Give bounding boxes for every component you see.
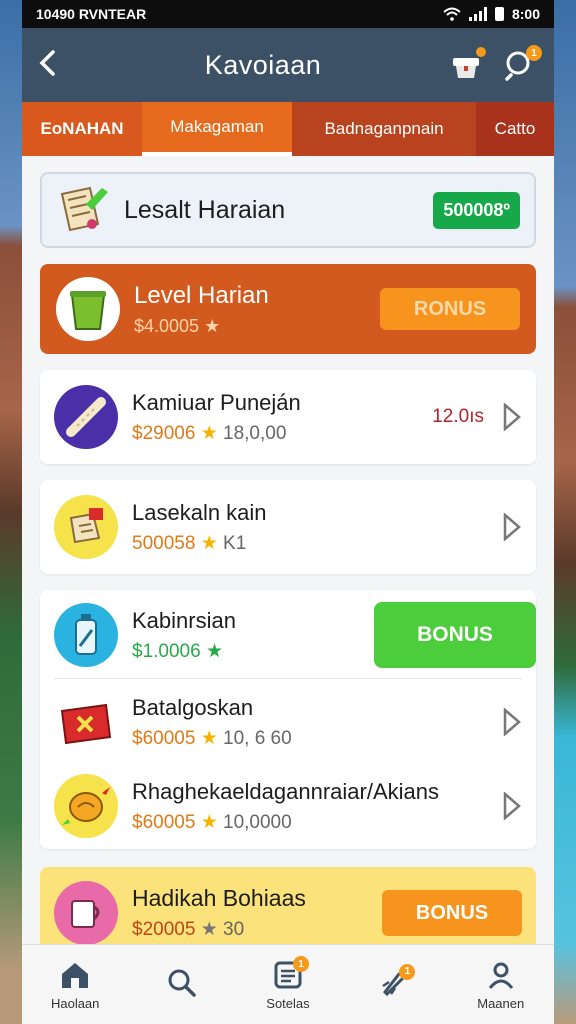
candy-icon xyxy=(62,787,110,825)
item-avatar xyxy=(54,881,118,945)
page-title: Kavoiaan xyxy=(204,49,322,80)
search-icon xyxy=(165,966,199,1000)
chevron-right-icon[interactable] xyxy=(502,708,522,736)
nav-search[interactable] xyxy=(137,966,227,1004)
wifi-icon xyxy=(443,7,461,21)
home-icon xyxy=(58,958,92,992)
status-time: 8:00 xyxy=(511,6,540,22)
chevron-right-icon[interactable] xyxy=(502,792,522,820)
tab-bar: EoNAHAN Makagaman Badnaganpnain Catto xyxy=(22,102,554,156)
item-avatar xyxy=(54,774,118,838)
battery-icon xyxy=(494,7,504,21)
item-name: Kamiuar Puneján xyxy=(132,389,301,415)
item-count: 30 xyxy=(223,919,245,940)
tab-4[interactable]: Catto xyxy=(476,102,554,156)
background-left xyxy=(0,0,22,1024)
scroll-icon xyxy=(60,186,108,232)
item-count: 10,0000 xyxy=(223,811,292,833)
item-price: $29006 xyxy=(132,422,196,444)
nav-label: Sotelas xyxy=(266,996,310,1011)
item-card[interactable]: Lasekaln kain 500058 ★ K1 xyxy=(40,480,536,574)
background-right xyxy=(554,0,576,1024)
tab-2[interactable]: Makagaman xyxy=(142,102,292,156)
back-arrow-icon xyxy=(39,49,55,76)
item-name: Kabinrsian xyxy=(132,607,236,633)
star-icon: ★ xyxy=(200,919,218,940)
bucket-icon xyxy=(70,291,106,330)
signal-icon xyxy=(468,7,487,21)
notification-button[interactable]: 1 xyxy=(502,45,542,83)
item-price: $60005 xyxy=(132,811,196,833)
nav-list[interactable]: 1 Sotelas xyxy=(243,956,333,1011)
item-price: $20005 xyxy=(132,919,196,940)
item-avatar xyxy=(54,603,118,667)
treasure-map-icon xyxy=(60,703,112,745)
daily-banner[interactable]: Lesalt Haraian 500008º xyxy=(40,172,536,248)
nav-label: Haolaan xyxy=(50,996,100,1011)
status-carrier: 10490 RVNTEAR xyxy=(36,6,147,22)
user-icon xyxy=(484,958,518,992)
star-icon: ★ xyxy=(205,640,224,662)
chevron-right-icon[interactable] xyxy=(502,403,522,431)
nav-profile[interactable]: Maanen xyxy=(456,958,546,1011)
star-icon: ★ xyxy=(200,532,218,554)
level-bonus-button[interactable]: RONUS xyxy=(380,288,520,330)
banner-title: Lesalt Haraian xyxy=(124,195,286,224)
star-icon: ★ xyxy=(200,811,218,833)
bottle-icon xyxy=(75,614,97,655)
cup-icon xyxy=(71,900,100,928)
item-count: K1 xyxy=(223,532,247,554)
tab-3[interactable]: Badnaganpnain xyxy=(292,102,476,156)
bonus-button[interactable]: BONUS xyxy=(374,602,536,668)
chevron-right-icon[interactable] xyxy=(502,513,522,541)
item-price: 500058 xyxy=(132,532,196,554)
map-icon xyxy=(69,508,103,544)
item-avatar xyxy=(54,495,118,559)
bone-icon xyxy=(66,397,106,437)
level-avatar xyxy=(56,277,120,341)
item-count: 18,0,00 xyxy=(223,422,287,444)
star-icon: ★ xyxy=(200,727,218,749)
chest-button[interactable] xyxy=(448,47,486,83)
item-count: 10, 6 60 xyxy=(223,727,292,749)
status-bar: 10490 RVNTEAR 8:00 xyxy=(22,0,554,28)
app-screen: Kavoiaan 1 EoNAHAN Makagaman Badnaganpna… xyxy=(22,28,554,1024)
star-icon: ★ xyxy=(200,422,218,444)
item-price: $60005 xyxy=(132,727,196,749)
item-avatar xyxy=(54,690,118,754)
item-name: Hadikah Bohiaas xyxy=(132,885,306,911)
item-card[interactable]: Kamiuar Puneján $29006 ★ 18,0,00 12.0ıs xyxy=(40,370,536,464)
group-card: Kabinrsian $1.0006 ★ BONUS Batalgoskan $… xyxy=(40,590,536,849)
bottom-nav: Haolaan 1 Sotelas 1 Maanen xyxy=(22,944,554,1024)
rocket-icon: 1 xyxy=(377,963,416,1000)
item-name: Lasekaln kain xyxy=(132,499,267,525)
tab-1[interactable]: EoNAHAN xyxy=(22,102,142,156)
level-title: Level Harian xyxy=(134,281,269,309)
banner-badge: 500008º xyxy=(433,191,520,229)
item-name: Rhaghekaeldagannraiar/Akians xyxy=(132,778,439,804)
list-icon: 1 xyxy=(271,956,309,992)
nav-label: Maanen xyxy=(477,996,525,1011)
item-value: 12.0ıs xyxy=(432,406,484,427)
nav-rocket[interactable]: 1 xyxy=(349,963,439,1004)
bonus-button[interactable]: BONUS xyxy=(382,890,522,936)
item-name: Batalgoskan xyxy=(132,694,254,720)
nav-home[interactable]: Haolaan xyxy=(30,958,120,1011)
item-price: $1.0006 xyxy=(132,640,201,662)
app-header: Kavoiaan 1 xyxy=(22,28,554,102)
item-avatar xyxy=(54,385,118,449)
level-card[interactable]: Level Harian $4.0005 ★ RONUS xyxy=(40,264,536,354)
back-button[interactable] xyxy=(38,46,78,85)
level-points: $4.0005 ★ xyxy=(134,315,221,336)
divider xyxy=(54,678,522,679)
